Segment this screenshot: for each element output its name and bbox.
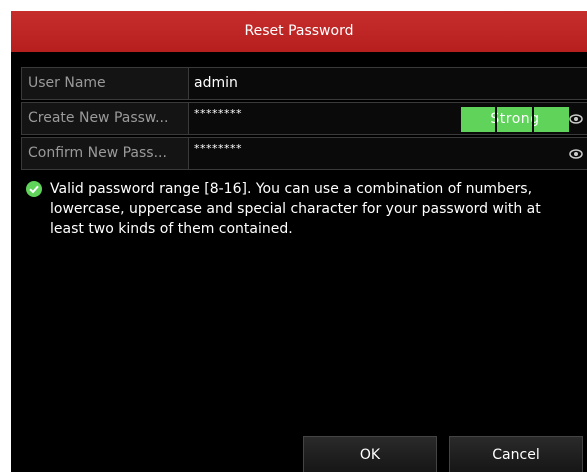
new-password-value: ******** [194, 107, 242, 120]
confirm-password-label: Confirm New Pass... [21, 138, 189, 169]
ok-button[interactable]: OK [303, 436, 437, 472]
reset-password-dialog: Reset Password User Name admin Create Ne… [11, 11, 587, 472]
password-hint: Valid password range [8-16]. You can use… [26, 179, 566, 239]
cancel-button[interactable]: Cancel [449, 436, 583, 472]
confirm-password-row: Confirm New Pass... ******** [21, 137, 587, 170]
username-row: User Name admin [21, 67, 587, 100]
confirm-password-value: ******** [194, 142, 242, 155]
new-password-row: Create New Passw... ******** Strong [21, 102, 587, 135]
show-password-eye-icon[interactable] [569, 113, 583, 125]
password-hint-text: Valid password range [8-16]. You can use… [50, 181, 541, 237]
strength-divider [532, 107, 534, 132]
new-password-field[interactable]: ******** Strong [189, 103, 587, 134]
password-form: User Name admin Create New Passw... ****… [21, 67, 587, 172]
username-field[interactable]: admin [189, 68, 587, 99]
new-password-label: Create New Passw... [21, 103, 189, 134]
password-strength-meter: Strong [461, 107, 569, 132]
dialog-title: Reset Password [11, 11, 587, 52]
confirm-password-field[interactable]: ******** [189, 138, 587, 169]
show-confirm-password-eye-icon[interactable] [569, 148, 583, 160]
username-label: User Name [21, 68, 189, 99]
check-circle-icon [26, 181, 42, 197]
strength-divider [495, 107, 497, 132]
